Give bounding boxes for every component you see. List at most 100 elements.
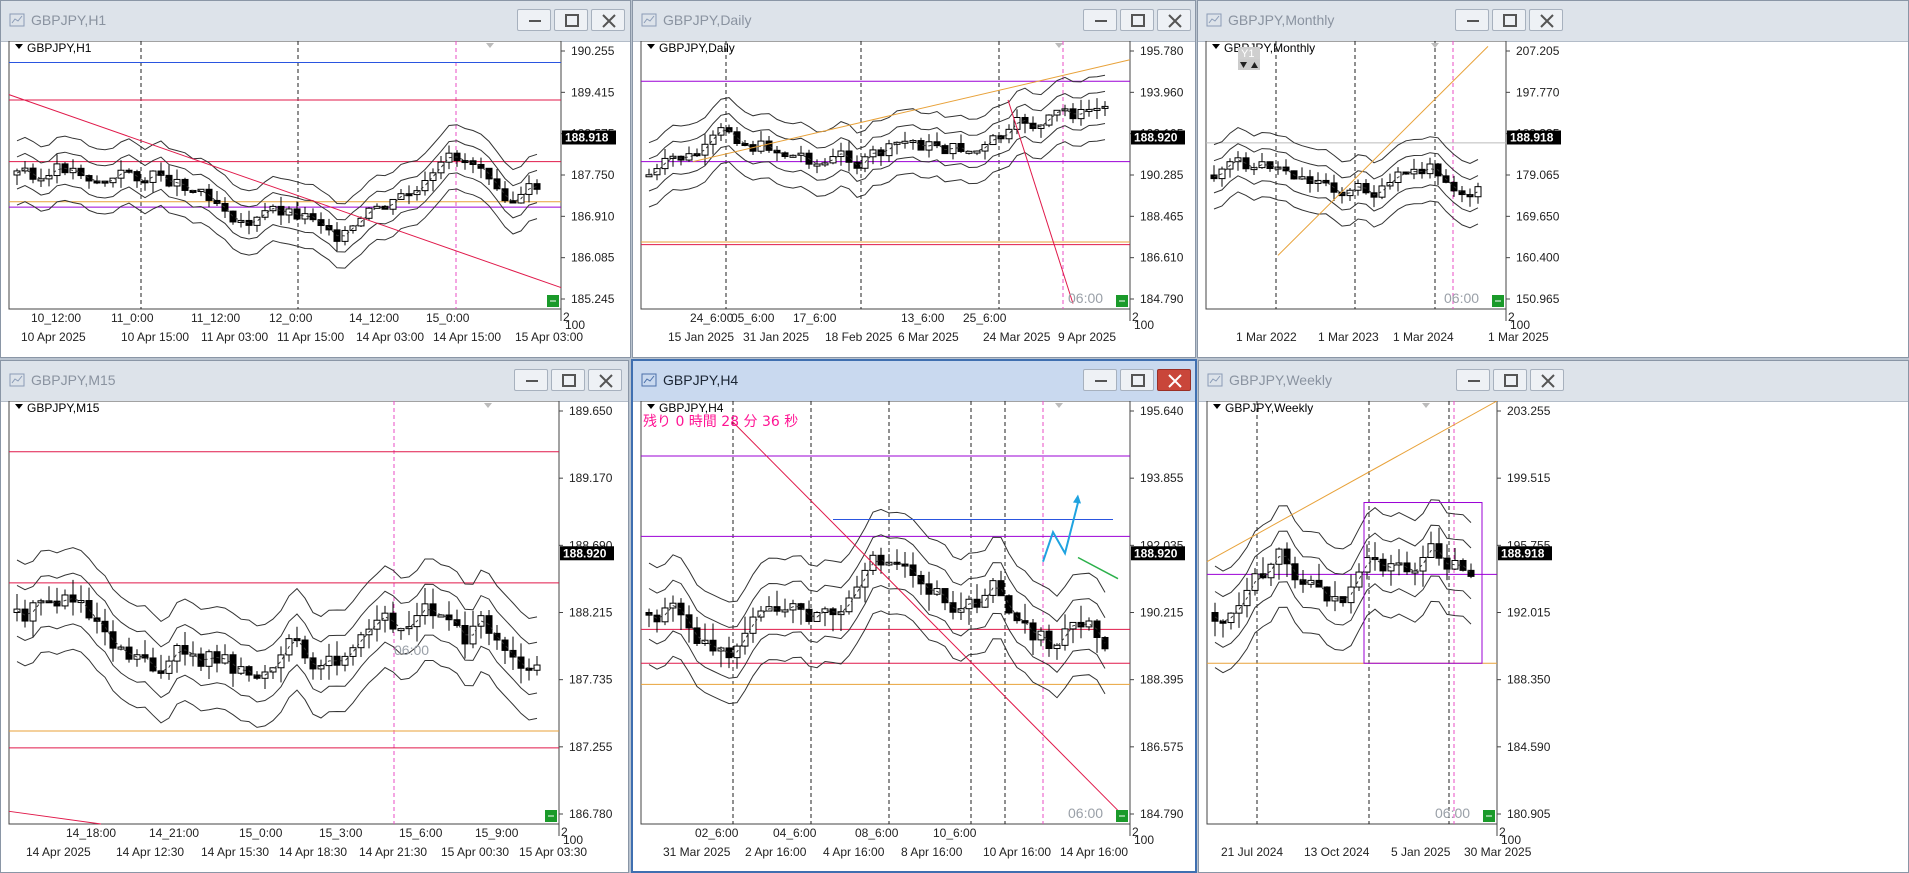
titlebar[interactable]: GBPJPY,Daily: [633, 1, 1195, 42]
time-tick-label-top: 15_0:00: [426, 311, 470, 325]
candle-body: [101, 620, 109, 633]
chart-area[interactable]: GBPJPY,Daily195.780193.960192.105190.285…: [633, 41, 1195, 357]
maximize-button[interactable]: [1493, 369, 1527, 391]
time-tick-label: 24 Mar 2025: [983, 330, 1051, 344]
time-tick-label-top: 14_21:00: [149, 826, 199, 840]
time-tick-label: 1 Mar 2024: [1393, 330, 1454, 344]
titlebar[interactable]: GBPJPY,H1: [1, 1, 630, 42]
scale-label: 100: [1501, 833, 1521, 847]
candle-body: [1211, 612, 1219, 622]
maximize-button[interactable]: [1120, 9, 1154, 31]
time-tick-label: 2 Apr 16:00: [745, 845, 807, 859]
time-tick-label-top: 10_6:00: [933, 826, 977, 840]
minimize-button[interactable]: [514, 369, 548, 391]
candle-body: [389, 198, 397, 210]
close-button[interactable]: [591, 9, 625, 31]
time-tick-label: 1 Mar 2025: [1488, 330, 1549, 344]
close-button[interactable]: [1530, 369, 1564, 391]
time-tick-label: 14 Apr 2025: [26, 845, 91, 859]
titlebar[interactable]: GBPJPY,M15: [1, 361, 628, 402]
current-price-label: 188.918: [1501, 546, 1545, 560]
candle-body: [173, 645, 181, 662]
chart-window-icon: [1207, 373, 1223, 387]
chart-area[interactable]: GBPJPY,Monthly207.205197.770188.335179.0…: [1198, 41, 1908, 357]
candle-body: [1323, 586, 1331, 602]
candle-body: [1291, 563, 1299, 581]
candle-body: [437, 614, 445, 618]
chart-window-m15[interactable]: GBPJPY,M15 GBPJPY,M15 189.650 189.170 188.6…: [0, 360, 629, 873]
maximize-button[interactable]: [1120, 369, 1154, 391]
maximize-icon: [565, 14, 579, 27]
time-tick-label-top: 11_12:00: [191, 311, 240, 325]
titlebar[interactable]: GBPJPY,H4: [633, 361, 1195, 402]
time-tick-label: 30 Mar 2025: [1464, 845, 1532, 859]
candle-body: [1347, 586, 1355, 604]
minimize-icon: [529, 20, 541, 22]
maximize-button[interactable]: [1492, 9, 1526, 31]
window-title: GBPJPY,Monthly: [1228, 12, 1335, 28]
close-button[interactable]: [1157, 369, 1191, 391]
price-tick-label: 179.065: [1516, 168, 1560, 182]
time-tick-label-top: 14_12:00: [349, 311, 399, 325]
price-tick-label: 187.735: [569, 673, 613, 687]
price-tick-label: 180.905: [1507, 807, 1551, 821]
minimize-button[interactable]: [1455, 9, 1489, 31]
chart-area[interactable]: GBPJPY,M15 189.650 189.170 188.690 188.215 18…: [1, 401, 628, 872]
maximize-button[interactable]: [551, 369, 585, 391]
candle-body: [517, 656, 525, 669]
chart-area[interactable]: GBPJPY,H1190.255189.415188.575187.750186…: [1, 41, 630, 357]
chart-window-daily[interactable]: GBPJPY,Daily GBPJPY,Daily 195.780 193.960 1…: [632, 0, 1196, 358]
price-tick-label: 186.610: [1140, 251, 1184, 265]
price-tick-label: 186.910: [571, 209, 615, 223]
chart-canvas[interactable]: GBPJPY,Monthly207.205197.770188.335179.0…: [1198, 41, 1908, 357]
price-tick-label: 185.245: [571, 292, 615, 306]
candle-body: [181, 178, 189, 191]
window-title: GBPJPY,Weekly: [1229, 372, 1332, 388]
chart-area[interactable]: GBPJPY,Weekly 203.255 199.515 195.755 192.01…: [1199, 401, 1908, 872]
candle-body: [1419, 556, 1427, 572]
close-button[interactable]: [588, 369, 622, 391]
titlebar[interactable]: GBPJPY,Weekly: [1199, 361, 1908, 402]
titlebar[interactable]: GBPJPY,Monthly: [1198, 1, 1908, 42]
candle-body: [1355, 571, 1363, 588]
chart-window-h1[interactable]: GBPJPY,H1 GBPJPY,H1190.255189.415188.575…: [0, 0, 631, 358]
time-tick-label-top: 15_6:00: [399, 826, 443, 840]
time-tick-label: 1 Mar 2023: [1318, 330, 1379, 344]
time-tick-label-top: 15_9:00: [475, 826, 519, 840]
minimize-button[interactable]: [1083, 9, 1117, 31]
time-tick-label: 15 Apr 00:30: [441, 845, 509, 859]
time-tick-label: 6 Mar 2025: [898, 330, 959, 344]
candle-body: [53, 600, 61, 607]
session-time-label: 06:00: [1435, 805, 1470, 821]
price-tick-label: 184.590: [1507, 740, 1551, 754]
candle-body: [421, 180, 429, 192]
candle-body: [229, 210, 237, 223]
candle-body: [645, 174, 653, 178]
candle-body: [981, 594, 989, 608]
candle-body: [781, 609, 789, 613]
chart-area[interactable]: GBPJPY,H4 残り 0 時間 28 分 36 秒 195.640 193.855…: [633, 401, 1195, 871]
price-tick-label: 186.085: [571, 251, 615, 265]
minimize-button[interactable]: [1456, 369, 1490, 391]
chart-window-monthly[interactable]: GBPJPY,Monthly GBPJPY,Monthly 207.205 197.…: [1197, 0, 1909, 358]
close-button[interactable]: [1157, 9, 1191, 31]
chart-canvas[interactable]: GBPJPY,M15 189.650189.170188.690188.21518…: [1, 401, 628, 872]
maximize-button[interactable]: [554, 9, 588, 31]
candle-body: [885, 143, 893, 157]
time-tick-label-top: 11_0:00: [111, 311, 154, 325]
chart-canvas[interactable]: GBPJPY,H1190.255189.415188.575187.750186…: [1, 41, 630, 357]
time-tick-label: 11 Apr 15:00: [277, 330, 344, 344]
candle-body: [877, 554, 885, 566]
candle-body: [1005, 595, 1013, 614]
symbol-label: GBPJPY,H4: [659, 401, 724, 415]
chart-window-weekly[interactable]: GBPJPY,Weekly GBPJPY,Weekly 203.255 199.51…: [1198, 360, 1909, 873]
minimize-button[interactable]: [517, 9, 551, 31]
chart-window-h4[interactable]: GBPJPY,H4 GBPJPY,H4 残り 0 時間 28 分 36 秒 195.…: [631, 359, 1197, 873]
minimize-button[interactable]: [1083, 369, 1117, 391]
close-button[interactable]: [1529, 9, 1563, 31]
time-tick-label: 5 Jan 2025: [1391, 845, 1451, 859]
chart-canvas[interactable]: GBPJPY,Daily195.780193.960192.105190.285…: [633, 41, 1195, 357]
chart-canvas[interactable]: GBPJPY,H4残り 0 時間 28 分 36 秒 195.640 193.855…: [633, 401, 1195, 871]
chart-canvas[interactable]: GBPJPY,Weekly 203.255199.515195.755192.01…: [1199, 401, 1908, 872]
price-tick-label: 203.255: [1507, 404, 1551, 418]
